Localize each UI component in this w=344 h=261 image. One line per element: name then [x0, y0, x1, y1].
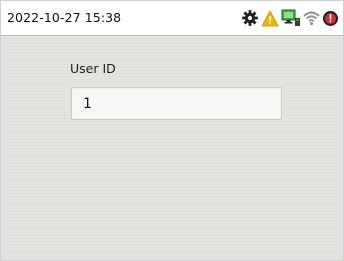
warning-icon: [261, 9, 279, 27]
network-monitor-icon: [281, 9, 301, 27]
settings-gear-icon[interactable]: [241, 9, 259, 27]
alarm-icon: [322, 10, 339, 27]
datetime-display: 2022-10-27 15:38: [7, 10, 122, 25]
device-screen: 2022-10-27 15:38 User ID 1: [0, 0, 344, 261]
wifi-icon: [303, 10, 320, 26]
status-icons: [241, 9, 339, 27]
user-id-value: 1: [83, 96, 92, 112]
user-id-field[interactable]: 1: [71, 87, 282, 120]
user-id-label: User ID: [70, 61, 116, 76]
status-bar: 2022-10-27 15:38: [1, 1, 343, 36]
